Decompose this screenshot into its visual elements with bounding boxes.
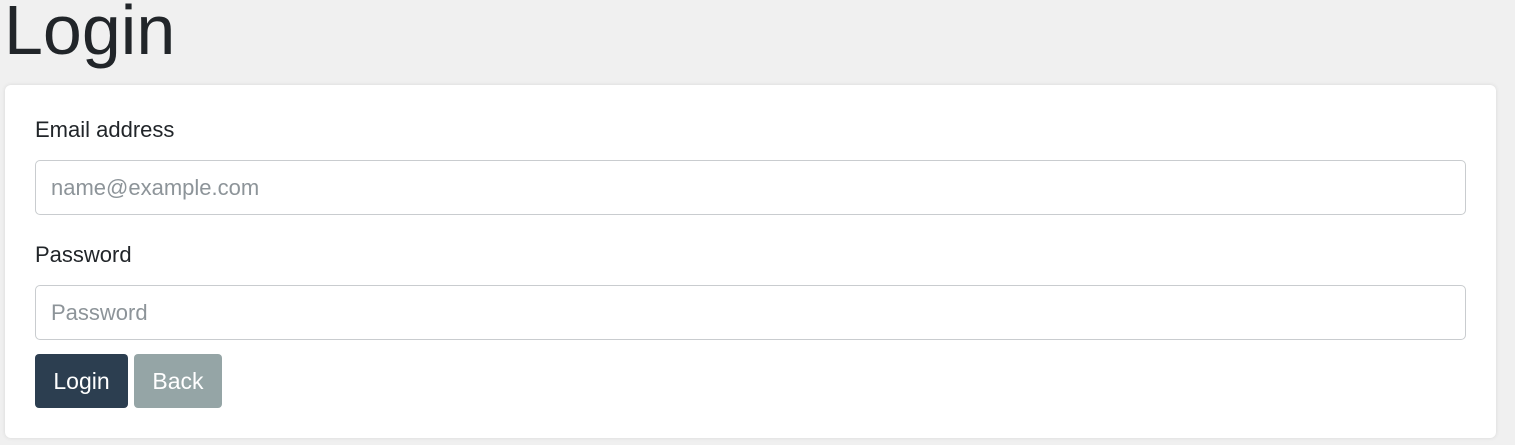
back-button[interactable]: Back [134,354,222,408]
login-form-card: Email address Password Login Back [5,85,1496,438]
login-button[interactable]: Login [35,354,128,408]
page-title: Login [4,0,176,69]
password-label: Password [35,242,132,267]
password-field[interactable] [35,285,1466,340]
email-field[interactable] [35,160,1466,215]
email-label: Email address [35,117,175,142]
